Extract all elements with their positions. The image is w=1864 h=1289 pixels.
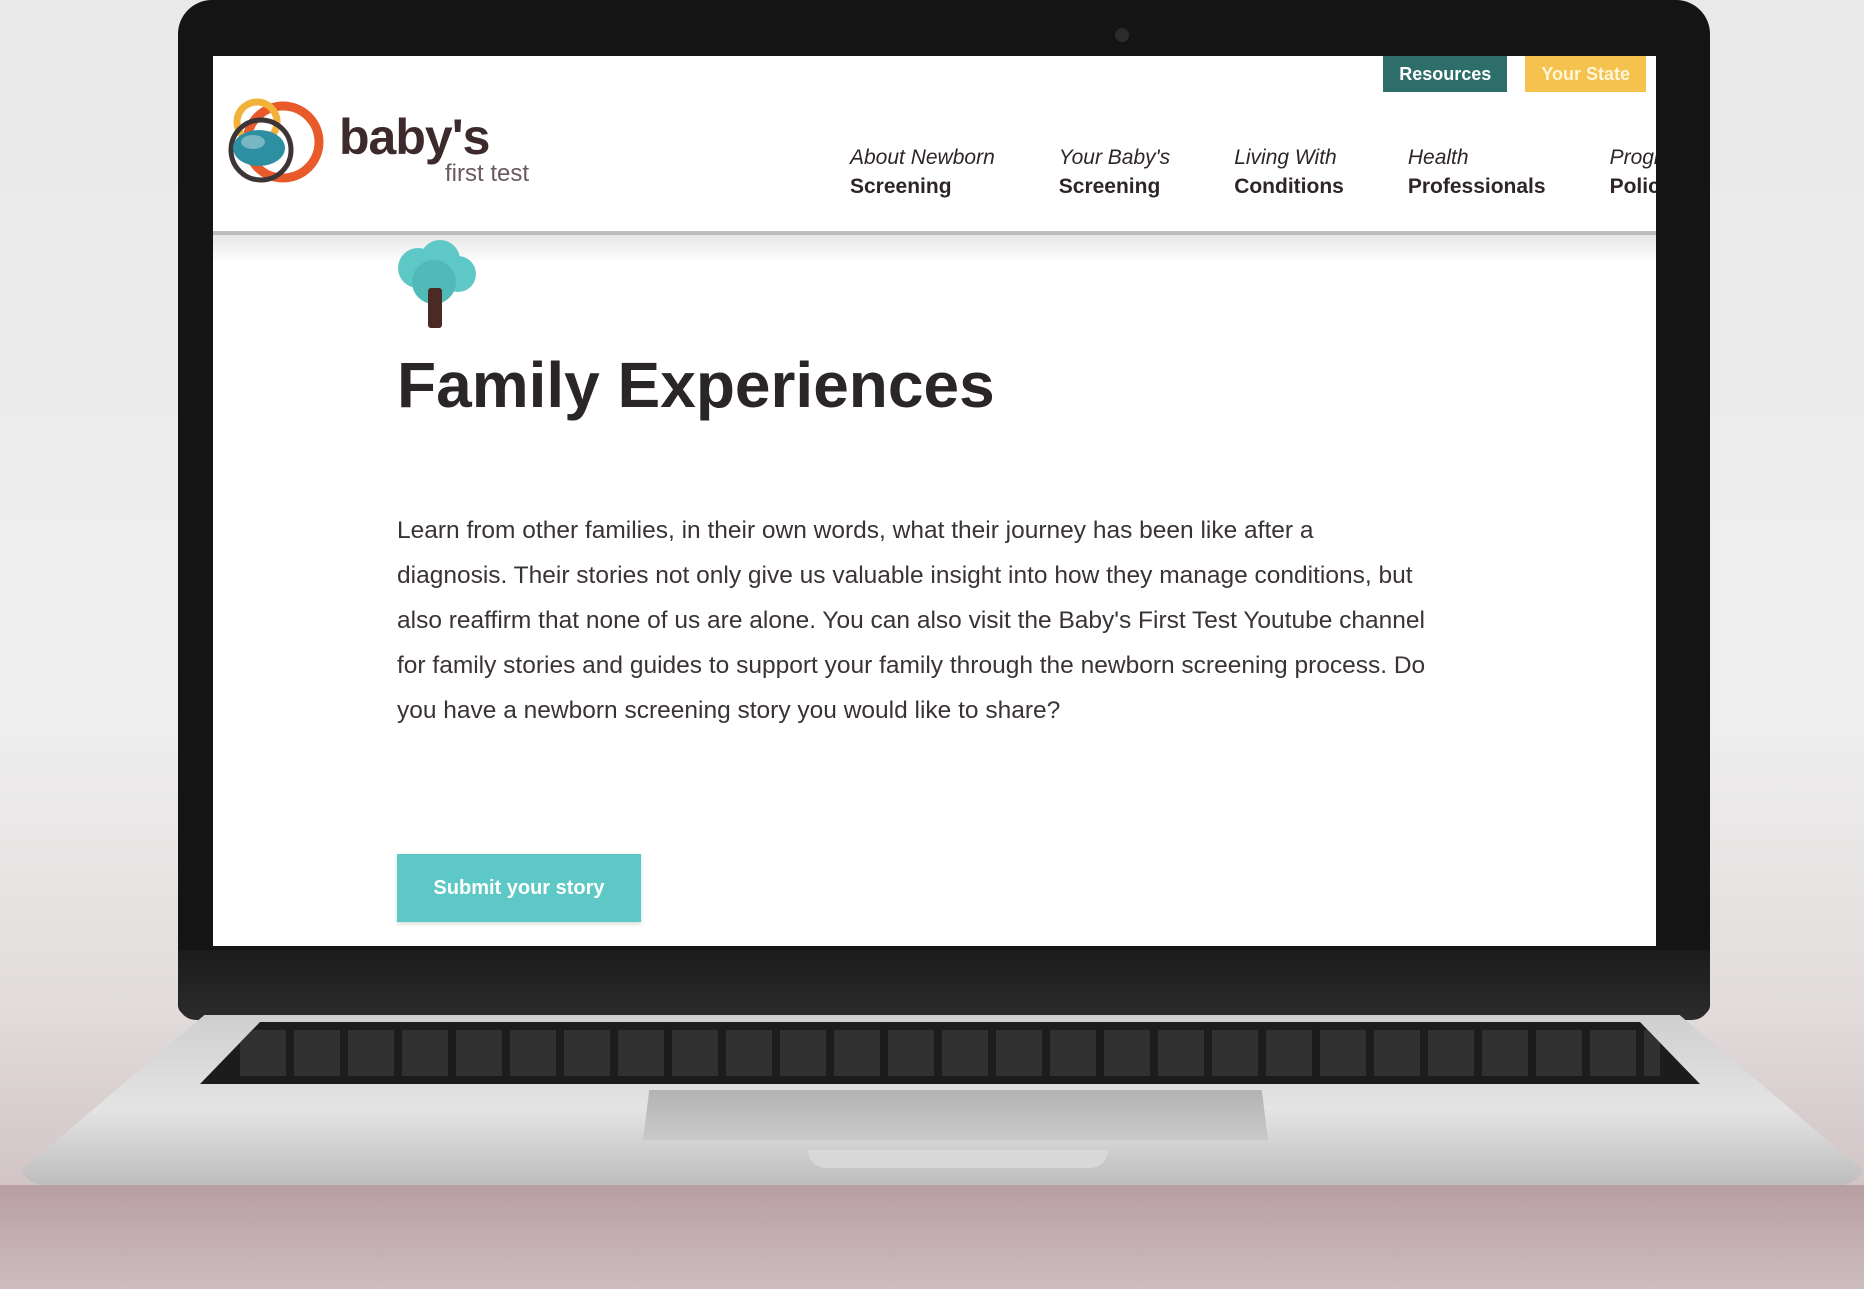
laptop-trackpad bbox=[643, 1090, 1268, 1140]
laptop-hinge bbox=[178, 950, 1710, 1020]
tree-icon bbox=[398, 240, 476, 328]
logo-wordmark: baby's bbox=[339, 109, 490, 165]
intro-paragraph: Learn from other families, in their own … bbox=[397, 517, 1426, 724]
your-state-button[interactable]: Your State bbox=[1525, 56, 1646, 92]
laptop-lip bbox=[808, 1150, 1108, 1168]
nav-your-babys-screening[interactable]: Your Baby's Screening bbox=[1059, 144, 1170, 202]
logo-mark-icon bbox=[228, 98, 324, 183]
utility-links: Resources Your State bbox=[1383, 56, 1646, 92]
laptop-keyboard bbox=[200, 1022, 1700, 1084]
nav-living-with-conditions[interactable]: Living With Conditions bbox=[1234, 144, 1344, 202]
webcam bbox=[1115, 28, 1129, 42]
nav-about-newborn-screening[interactable]: About Newborn Screening bbox=[850, 144, 995, 202]
submit-story-button[interactable]: Submit your story bbox=[397, 854, 641, 922]
browser-screen: Resources Your State baby's first test A… bbox=[213, 56, 1656, 946]
table-surface bbox=[0, 1185, 1864, 1289]
logo-tagline: first test bbox=[445, 160, 530, 187]
resources-button[interactable]: Resources bbox=[1383, 56, 1508, 92]
nav-program-policy[interactable]: Program Policy bbox=[1610, 144, 1656, 202]
site-logo[interactable]: baby's first test bbox=[217, 92, 557, 192]
page-title: Family Experiences bbox=[397, 349, 995, 421]
nav-health-professionals[interactable]: Health Professionals bbox=[1408, 144, 1546, 202]
main-nav: About Newborn Screening Your Baby's Scre… bbox=[850, 144, 1656, 202]
